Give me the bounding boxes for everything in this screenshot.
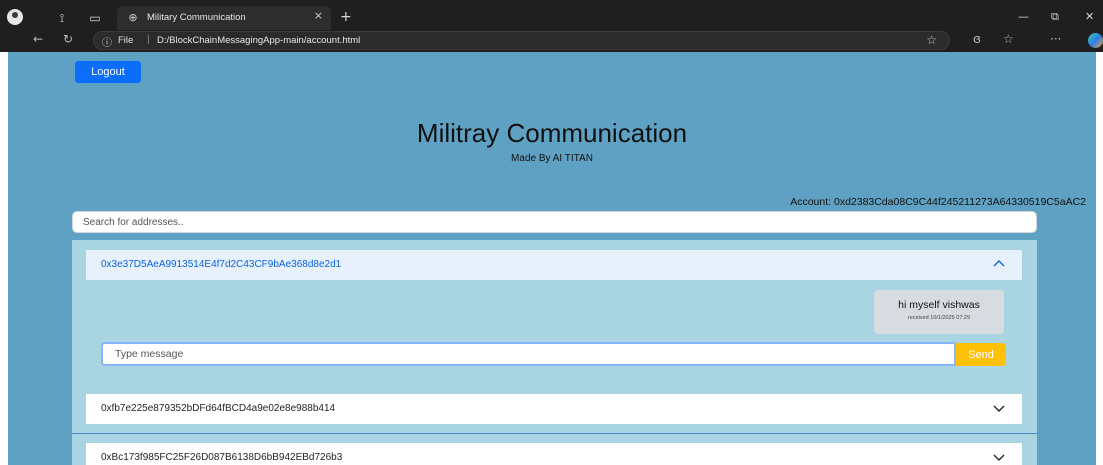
address-scheme-label: File [118,35,134,46]
tab-bar: ⟟ ▭ ⊕ Military Communication × + — ⧉ ✕ [0,6,1103,30]
globe-icon: ⊕ [128,11,138,24]
restore-button[interactable]: ⧉ [1051,10,1059,24]
page-subtitle: Made By AI TITAN [511,153,593,164]
message-timestamp: received 10/1/2025 07:29 [907,315,971,321]
copilot-icon[interactable]: ɞ [973,32,981,46]
back-icon[interactable]: ← [33,32,43,46]
tab-title: Military Communication [147,12,246,23]
message-text: hi myself vishwas [898,299,980,311]
browser-chrome: ⟟ ▭ ⊕ Military Communication × + — ⧉ ✕ ←… [0,0,1103,52]
chevron-up-icon [993,260,1005,267]
send-button[interactable]: Send [956,343,1006,366]
refresh-icon[interactable]: ↻ [63,32,73,46]
conversation-header[interactable]: 0x3e37D5AeA9913514E4f7d2C43CF9bAe368d8e2… [86,250,1022,280]
conversation-address: 0x3e37D5AeA9913514E4f7d2C43CF9bAe368d8e2… [101,259,342,270]
address-separator: | [147,34,150,45]
favorite-star-icon[interactable]: ☆ [926,33,937,47]
new-tab-button[interactable]: + [340,9,352,25]
profile-icon[interactable] [7,9,23,25]
close-window-button[interactable]: ✕ [1085,10,1094,23]
tab-close-button[interactable]: × [314,9,323,22]
conversation-header[interactable]: 0xfb7e225e879352bDFd64fBCD4a9e02e8e988b4… [86,394,1022,424]
minimize-button[interactable]: — [1018,10,1029,23]
nav-bar: ← ↻ ⓘ File | D:/BlockChainMessagingApp-m… [0,30,1103,52]
chevron-down-icon [993,405,1005,412]
page-title: Militray Communication [416,118,688,148]
conversation-address: 0xfb7e225e879352bDFd64fBCD4a9e02e8e988b4… [101,403,336,414]
message-input[interactable] [101,342,956,366]
browser-tab-active[interactable]: ⊕ Military Communication × [117,6,331,30]
divider [72,433,1037,434]
page-content: Logout Militray Communication Made By AI… [8,52,1096,465]
info-icon[interactable]: ⓘ [102,34,112,49]
account-address: Account: 0xd2383Cda08C9C44f245211273A643… [790,196,1086,208]
more-options-icon[interactable]: ··· [1050,32,1061,46]
conversations-accordion: 0x3e37D5AeA9913514E4f7d2C43CF9bAe368d8e2… [72,240,1037,465]
favorites-icon[interactable]: ☆ [1003,32,1014,46]
conversation-header[interactable]: 0xBc173f985FC25F26D087B6138D6bB942EBd726… [86,443,1022,465]
address-url[interactable]: D:/BlockChainMessagingApp-main/account.h… [157,35,360,46]
chevron-down-icon [993,454,1005,461]
logout-button[interactable]: Logout [75,61,141,83]
address-bar[interactable]: ⓘ File | D:/BlockChainMessagingApp-main/… [93,31,950,50]
workspaces-icon[interactable]: ⟟ [53,9,71,27]
tab-actions-icon[interactable]: ▭ [86,9,104,27]
conversation-address: 0xBc173f985FC25F26D087B6138D6bB942EBd726… [101,452,343,463]
message-bubble: hi myself vishwas received 10/1/2025 07:… [874,290,1004,334]
edge-logo-icon[interactable] [1088,33,1103,48]
search-input[interactable] [72,211,1037,233]
